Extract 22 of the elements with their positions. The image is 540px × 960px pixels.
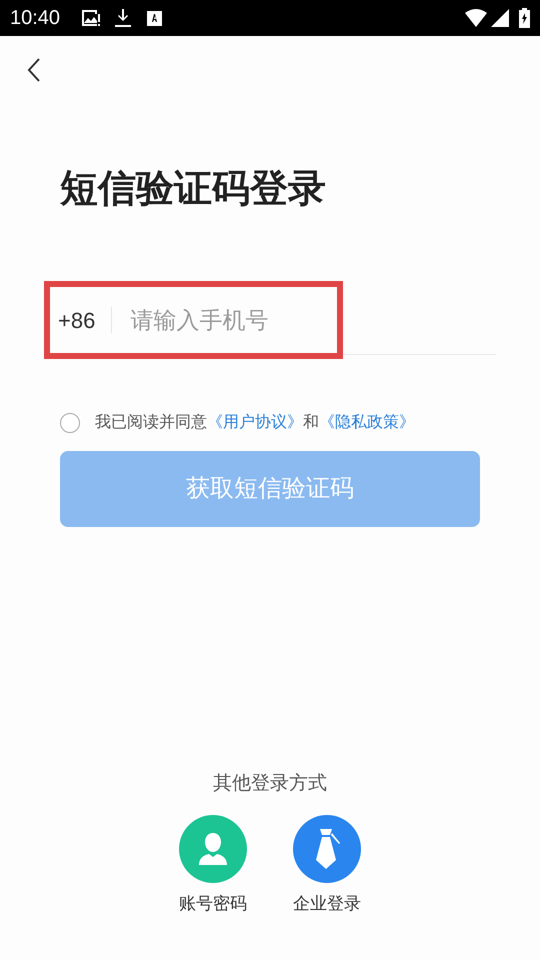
- login-option[interactable]: 企业登录: [293, 814, 361, 916]
- agreement-text: 我已阅读并同意《用户协议》和《隐私政策》: [95, 412, 415, 433]
- wifi-icon: [465, 9, 487, 27]
- font-icon: [147, 10, 162, 26]
- country-code: +86: [58, 306, 96, 334]
- user-agreement-link[interactable]: 《用户协议》: [207, 414, 303, 431]
- phone-input[interactable]: 请输入手机号: [130, 302, 300, 338]
- status-time: 10:40: [10, 6, 60, 31]
- image-icon: [82, 10, 100, 26]
- login-option[interactable]: 账号密码: [179, 814, 247, 916]
- privacy-policy-link[interactable]: 《隐私政策》: [319, 414, 415, 431]
- battery-icon: [519, 8, 530, 28]
- signal-icon: [491, 9, 509, 27]
- page-title: 短信验证码登录: [60, 170, 326, 208]
- option-label: 企业登录: [293, 892, 361, 914]
- agreement-checkbox[interactable]: [60, 413, 80, 433]
- person-icon: [198, 830, 228, 866]
- option-label: 账号密码: [179, 892, 247, 914]
- other-methods-heading: 其他登录方式: [213, 772, 327, 796]
- back-icon: [27, 58, 41, 82]
- download-icon: [115, 9, 132, 27]
- phone-field[interactable]: +86 请输入手机号: [44, 281, 343, 359]
